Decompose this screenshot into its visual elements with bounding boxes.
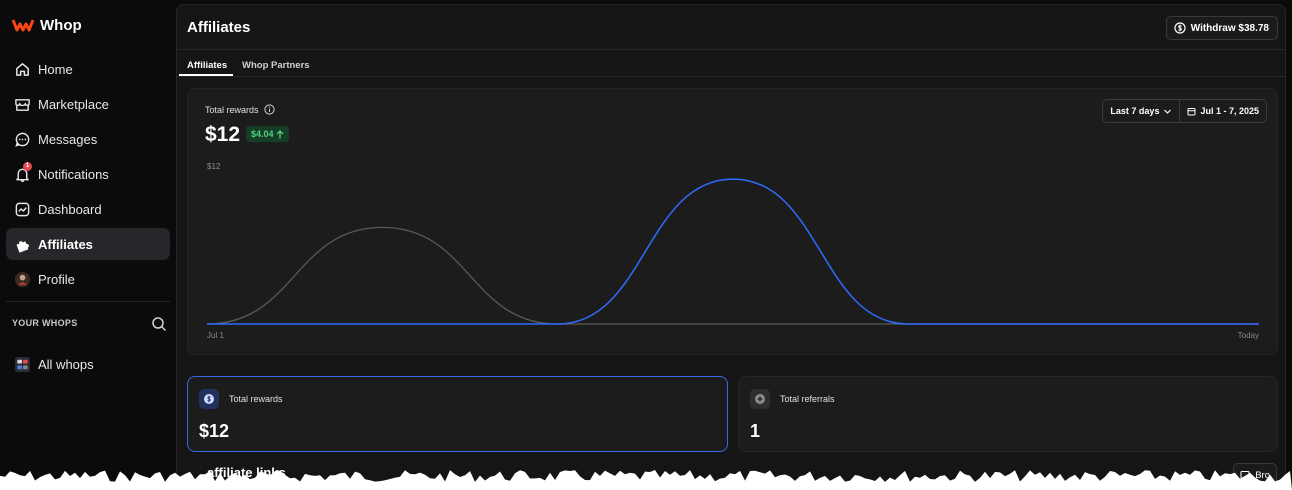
dollar-icon bbox=[199, 389, 219, 409]
bell-icon: 1 bbox=[13, 162, 32, 183]
withdraw-button[interactable]: Withdraw $38.78 bbox=[1165, 16, 1278, 40]
sidebar-divider bbox=[6, 301, 170, 302]
sidebar-item-label: Profile bbox=[38, 271, 75, 287]
logo[interactable]: Whop bbox=[12, 14, 82, 36]
app-window: Whop Home Marketplace Messages 1 Notific… bbox=[0, 0, 1292, 490]
store-icon bbox=[1240, 471, 1250, 479]
affiliate-links-heading: affiliate links bbox=[207, 465, 286, 480]
plus-icon bbox=[750, 389, 770, 409]
tab-whop-partners[interactable]: Whop Partners bbox=[242, 60, 310, 71]
browse-button[interactable]: Bro bbox=[1233, 463, 1277, 487]
sidebar-item-dashboard[interactable]: Dashboard bbox=[6, 193, 170, 225]
dollar-circle-icon bbox=[1174, 22, 1186, 34]
store-icon bbox=[13, 95, 31, 113]
browse-label: Bro bbox=[1255, 469, 1270, 481]
sidebar-item-label: Home bbox=[38, 61, 73, 77]
sidebar-item-label: Notifications bbox=[38, 166, 109, 182]
grid-icon bbox=[13, 355, 31, 373]
stat-value: 1 bbox=[750, 421, 761, 441]
avatar bbox=[13, 270, 31, 288]
your-whops-label: YOUR WHOPS bbox=[12, 318, 78, 328]
sidebar-item-profile[interactable]: Profile bbox=[6, 263, 170, 295]
chat-icon bbox=[13, 130, 31, 148]
sidebar-item-messages[interactable]: Messages bbox=[6, 123, 170, 155]
brand-name: Whop bbox=[40, 16, 82, 34]
chart-icon bbox=[13, 200, 31, 218]
main-panel: Affiliates Withdraw $38.78 Affiliates Wh… bbox=[176, 4, 1286, 490]
sidebar-item-label: Affiliates bbox=[38, 236, 93, 252]
series-line-previous bbox=[206, 226, 1259, 325]
home-icon bbox=[13, 60, 31, 78]
sidebar-item-all-whops[interactable]: All whops bbox=[6, 348, 170, 380]
puzzle-icon bbox=[13, 235, 31, 253]
header-divider bbox=[177, 49, 1285, 50]
notification-badge: 1 bbox=[23, 162, 32, 171]
rewards-chart-card: Total rewards $12 $4.04 Last 7 days Jul … bbox=[187, 88, 1278, 355]
y-tick-label: $12 bbox=[207, 162, 221, 171]
x-tick-label-end: Today bbox=[1238, 331, 1259, 340]
page-title: Affiliates bbox=[187, 19, 251, 36]
sidebar-item-affiliates[interactable]: Affiliates bbox=[6, 228, 170, 260]
search-icon[interactable] bbox=[151, 316, 167, 332]
sidebar-item-label: Dashboard bbox=[38, 201, 102, 217]
x-tick-label-start: Jul 1 bbox=[207, 331, 224, 340]
sidebar-item-label: Marketplace bbox=[38, 96, 109, 112]
stat-card-total-rewards[interactable]: Total rewards $12 bbox=[187, 376, 728, 452]
sidebar-item-notifications[interactable]: 1 Notifications bbox=[6, 158, 170, 190]
sidebar-item-label: Messages bbox=[38, 131, 98, 147]
stat-label: Total rewards bbox=[229, 394, 283, 404]
sidebar-item-marketplace[interactable]: Marketplace bbox=[6, 88, 170, 120]
stat-card-total-referrals[interactable]: Total referrals 1 bbox=[738, 376, 1278, 452]
sidebar-item-label: All whops bbox=[38, 356, 94, 372]
rewards-area-chart: $12 Jul 1 Today bbox=[206, 162, 1259, 340]
series-line-current bbox=[207, 178, 1259, 325]
whop-logo-icon bbox=[12, 19, 34, 32]
tab-affiliates[interactable]: Affiliates bbox=[187, 60, 227, 71]
sidebar: Whop Home Marketplace Messages 1 Notific… bbox=[0, 0, 176, 490]
withdraw-label: Withdraw $38.78 bbox=[1190, 22, 1269, 34]
sidebar-item-home[interactable]: Home bbox=[6, 53, 170, 85]
stat-label: Total referrals bbox=[780, 394, 835, 404]
tabs-divider bbox=[177, 76, 1285, 77]
stat-value: $12 bbox=[199, 421, 230, 441]
